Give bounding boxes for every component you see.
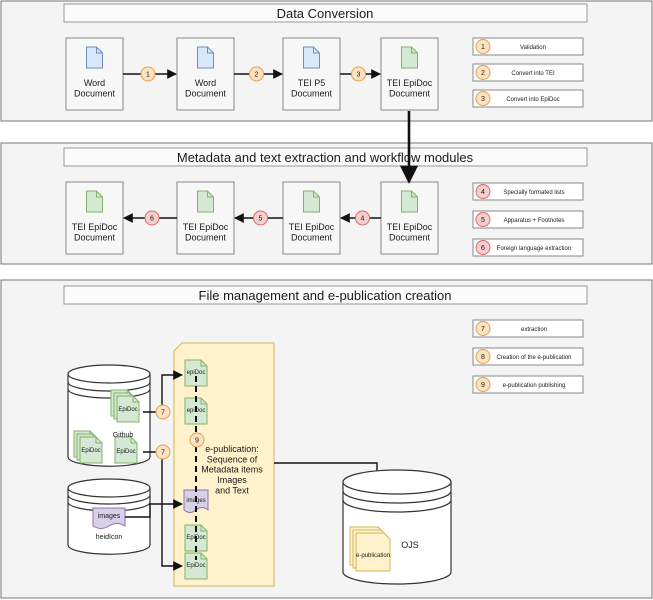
- epublication-file-label: e-publication: [356, 553, 390, 559]
- ojs-platform: e-publication OJS: [342, 469, 452, 585]
- step-number: 2: [481, 70, 485, 77]
- legend-label: Foreign language extraction: [497, 246, 571, 252]
- document-label: TEI EpiDoc Document: [183, 222, 229, 242]
- section-title: File management and e-publication creati…: [199, 288, 452, 303]
- step-number: 7: [161, 450, 165, 457]
- document-label: TEI EpiDoc Document: [387, 222, 433, 242]
- legend-label: Validation: [520, 45, 546, 51]
- section-title: Metadata and text extraction and workflo…: [177, 150, 474, 165]
- publication-item-label: epiDoc: [187, 370, 206, 376]
- step-number: 4: [361, 216, 365, 223]
- step-number: 7: [481, 326, 485, 333]
- document-icon: [401, 46, 418, 69]
- step-number: 6: [150, 216, 154, 223]
- legend-label: extraction: [521, 327, 547, 333]
- step-number: 1: [481, 44, 485, 51]
- publication-item-label: EpiDoc: [186, 563, 205, 569]
- workflow-diagram: Data Conversion Word DocumentWord Document…: [0, 0, 653, 599]
- step-number: 5: [259, 216, 263, 223]
- section-title: Data Conversion: [277, 6, 374, 21]
- step-number: 8: [481, 354, 485, 361]
- epidoc-file-label: EpiDoc: [116, 449, 135, 455]
- document-icon: [86, 190, 103, 213]
- step-number: 3: [357, 72, 361, 79]
- step-number: 9: [195, 438, 199, 445]
- legend-label: Convert into TEI: [511, 71, 555, 77]
- legend-label: Specially formated lists: [503, 190, 564, 196]
- images-file-label: images: [98, 513, 121, 520]
- document-icon: [401, 190, 418, 213]
- step-number: 9: [481, 382, 485, 389]
- step-number: 1: [146, 72, 150, 79]
- epublication-file-icon: [355, 532, 391, 572]
- legend-label: Creation of the e-publication: [496, 355, 571, 361]
- document-icon: [303, 190, 320, 213]
- epidoc-file-label: EpiDoc: [81, 448, 100, 454]
- legend-label: Apparatus + Footnotes: [504, 218, 565, 224]
- document-icon: [303, 46, 320, 69]
- document-icon: [86, 46, 103, 69]
- step-number: 2: [255, 72, 259, 79]
- github-label: Github: [113, 432, 134, 439]
- ojs-label: OJS: [401, 540, 419, 550]
- step-number: 4: [481, 189, 485, 196]
- legend-label: e-publication publishing: [503, 383, 566, 389]
- document-icon: [197, 46, 214, 69]
- step-number: 7: [161, 410, 165, 417]
- heidicon-label: heidIcon: [96, 534, 123, 541]
- document-icon: [197, 190, 214, 213]
- document-label: TEI EpiDoc Document: [289, 222, 335, 242]
- step-number: 6: [481, 245, 485, 252]
- document-label: TEI EpiDoc Document: [387, 78, 433, 98]
- epidoc-file-label: EpiDoc: [118, 407, 137, 413]
- github-repository: EpiDoc EpiDoc EpiDoc Github: [67, 364, 151, 467]
- document-label: TEI EpiDoc Document: [72, 222, 118, 242]
- legend-label: Convert into EpiDoc: [506, 97, 559, 103]
- step-number: 5: [481, 217, 485, 224]
- step-number: 3: [481, 96, 485, 103]
